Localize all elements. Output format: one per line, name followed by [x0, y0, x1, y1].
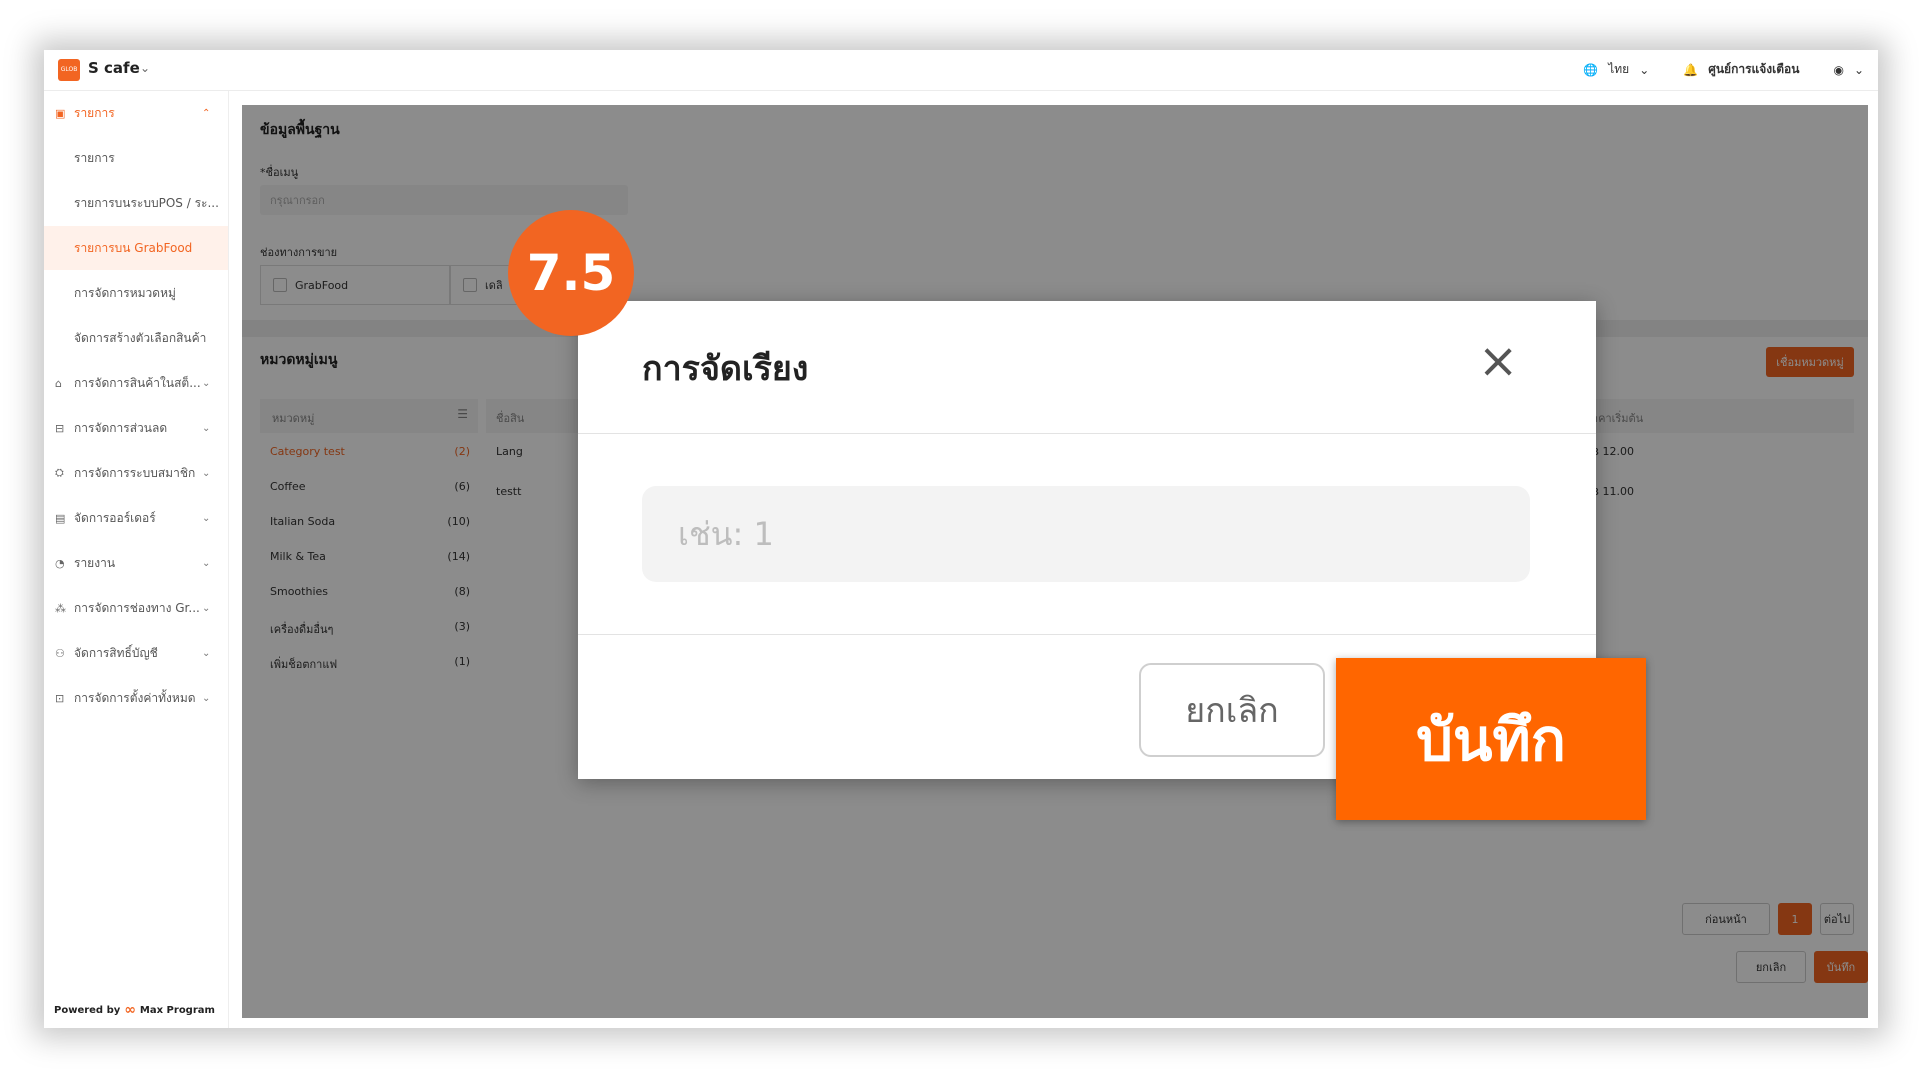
- sidebar-item-label: รายงาน: [74, 555, 116, 570]
- sidebar-subitem-items[interactable]: รายการ: [44, 136, 228, 180]
- chevron-down-icon[interactable]: ⌄: [140, 61, 150, 75]
- sidebar-item-orders[interactable]: ▤ จัดการออร์เดอร์ ⌄: [44, 496, 228, 540]
- sidebar-item-label: การจัดการระบบสมาชิก: [74, 465, 196, 480]
- step-badge: 7.5: [508, 210, 634, 336]
- sidebar-item-label: รายการบน GrabFood: [74, 240, 193, 255]
- store-icon: ⌂: [55, 376, 62, 390]
- sidebar-item-channels[interactable]: ⁂ การจัดการช่องทาง Gr... ⌄: [44, 586, 228, 630]
- modal-save-button[interactable]: บันทึก: [1336, 658, 1646, 820]
- divider: [578, 634, 1596, 635]
- chevron-down-icon[interactable]: ⌄: [1639, 63, 1649, 77]
- chevron-down-icon[interactable]: ⌄: [1854, 63, 1864, 77]
- sidebar-item-label: รายการบนระบบPOS / ระ...: [74, 195, 219, 210]
- sidebar-item-label: จัดการสร้างตัวเลือกสินค้า: [74, 330, 207, 345]
- order-icon: ▤: [55, 511, 66, 525]
- sidebar-subitem-grabfood[interactable]: รายการบน GrabFood: [44, 226, 228, 270]
- sidebar-subitem-pos[interactable]: รายการบนระบบPOS / ระ...: [44, 181, 228, 225]
- sort-order-input[interactable]: เช่น: 1: [642, 486, 1530, 582]
- chevron-down-icon[interactable]: ⌄: [202, 558, 210, 569]
- chevron-up-icon[interactable]: ⌃: [202, 108, 210, 119]
- sidebar-item-label: การจัดการส่วนลด: [74, 420, 168, 435]
- sidebar-item-label: รายการ: [74, 150, 115, 165]
- chevron-down-icon[interactable]: ⌄: [202, 648, 210, 659]
- chevron-down-icon[interactable]: ⌄: [202, 693, 210, 704]
- sidebar-item-reports[interactable]: ◔ รายงาน ⌄: [44, 541, 228, 585]
- chevron-down-icon[interactable]: ⌄: [202, 513, 210, 524]
- sidebar-item-settings[interactable]: ⊡ การจัดการตั้งค่าทั้งหมด ⌄: [44, 676, 228, 720]
- sidebar-item-permissions[interactable]: ⚇ จัดการสิทธิ์บัญชี ⌄: [44, 631, 228, 675]
- pie-chart-icon: ◔: [55, 556, 65, 570]
- sidebar-item-discount[interactable]: ⊟ การจัดการส่วนลด ⌄: [44, 406, 228, 450]
- close-icon[interactable]: ×: [1478, 337, 1518, 385]
- modal-title: การจัดเรียง: [642, 349, 809, 389]
- discount-icon: ⊟: [55, 421, 65, 435]
- sidebar-item-label: การจัดการหมวดหมู่: [74, 285, 176, 300]
- users-icon: ⚇: [55, 646, 65, 660]
- sidebar-item-label: การจัดการตั้งค่าทั้งหมด: [74, 690, 196, 705]
- modal-cancel-button[interactable]: ยกเลิก: [1139, 663, 1325, 757]
- member-icon: ⛭: [55, 466, 64, 479]
- top-bar: GLOB S cafe ⌄ 🌐 ไทย ⌄ 🔔 ศูนย์การแจ้งเตือ…: [44, 50, 1878, 91]
- chevron-down-icon[interactable]: ⌄: [202, 423, 210, 434]
- user-avatar-icon[interactable]: ◉: [1833, 63, 1843, 77]
- top-bar-actions: 🌐 ไทย ⌄ 🔔 ศูนย์การแจ้งเตือน ◉ ⌄: [1583, 60, 1864, 79]
- sidebar-item-label: การจัดการช่องทาง Gr...: [74, 600, 200, 615]
- channel-icon: ⁂: [55, 601, 66, 615]
- divider: [578, 433, 1596, 434]
- chevron-down-icon[interactable]: ⌄: [202, 468, 210, 479]
- bell-icon[interactable]: 🔔: [1683, 63, 1698, 77]
- powered-by-label: Powered by: [54, 1004, 121, 1016]
- store-logo: GLOB: [58, 59, 80, 81]
- notification-center-link[interactable]: ศูนย์การแจ้งเตือน: [1708, 60, 1799, 79]
- list-icon: ▣: [55, 106, 66, 120]
- powered-by: Powered by ∞ Max Program: [54, 1002, 215, 1018]
- sidebar-subitem-options[interactable]: จัดการสร้างตัวเลือกสินค้า: [44, 316, 228, 360]
- sidebar-item-label: การจัดการสินค้าในสต็...: [74, 375, 201, 390]
- sidebar-item-membership[interactable]: ⛭ การจัดการระบบสมาชิก ⌄: [44, 451, 228, 495]
- sidebar-item-label: จัดการออร์เดอร์: [74, 510, 156, 525]
- globe-icon[interactable]: 🌐: [1583, 63, 1598, 77]
- sidebar: ▣ รายการ ⌃ รายการ รายการบนระบบPOS / ระ..…: [44, 91, 229, 1028]
- sidebar-item-stock[interactable]: ⌂ การจัดการสินค้าในสต็... ⌄: [44, 361, 228, 405]
- max-program-logo-icon: ∞: [124, 1002, 136, 1018]
- chevron-down-icon[interactable]: ⌄: [202, 603, 210, 614]
- store-name[interactable]: S cafe: [88, 59, 140, 77]
- sidebar-subitem-categories[interactable]: การจัดการหมวดหมู่: [44, 271, 228, 315]
- sidebar-item-items[interactable]: ▣ รายการ ⌃: [44, 91, 228, 135]
- settings-icon: ⊡: [55, 691, 65, 705]
- language-selector[interactable]: ไทย: [1608, 60, 1629, 79]
- sidebar-item-label: จัดการสิทธิ์บัญชี: [74, 645, 158, 660]
- sidebar-item-label: รายการ: [74, 105, 115, 120]
- chevron-down-icon[interactable]: ⌄: [202, 378, 210, 389]
- powered-by-brand: Max Program: [139, 1004, 215, 1016]
